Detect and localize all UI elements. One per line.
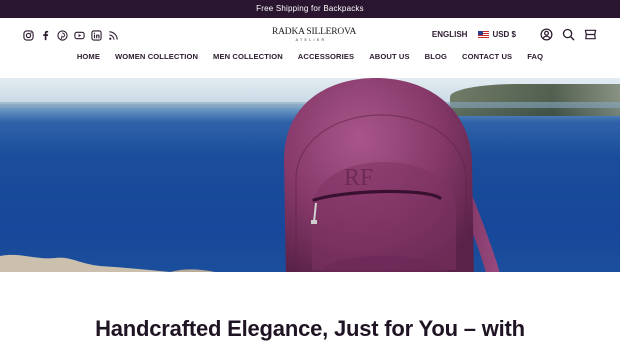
- facebook-icon[interactable]: [40, 30, 51, 41]
- rss-icon[interactable]: [108, 30, 119, 41]
- announcement-text: Free Shipping for Backpacks: [256, 4, 364, 13]
- currency-label: USD $: [492, 30, 516, 39]
- hero-banner[interactable]: RF: [0, 78, 620, 272]
- pinterest-icon[interactable]: [57, 30, 68, 41]
- nav-item-accessories[interactable]: ACCESSORIES: [290, 52, 361, 61]
- logo-sub-text: ATELIER: [295, 38, 327, 42]
- nav-item-faq[interactable]: FAQ: [520, 52, 551, 61]
- nav-item-about-us[interactable]: ABOUT US: [362, 52, 417, 61]
- currency-selector[interactable]: USD $: [478, 30, 516, 39]
- cart-icon[interactable]: [584, 28, 597, 41]
- page-headline: Handcrafted Elegance, Just for You – wit…: [95, 316, 525, 341]
- header-utilities: ENGLISH USD $: [432, 28, 597, 41]
- site-header: RADKA SILLEROVA ATELIER ENGLISH USD $ HO…: [0, 18, 620, 78]
- backpack-image: RF: [284, 78, 500, 272]
- social-links: [23, 30, 119, 41]
- nav-item-men-collection[interactable]: MEN COLLECTION: [206, 52, 291, 61]
- nav-item-blog[interactable]: BLOG: [417, 52, 454, 61]
- main-nav: HOME WOMEN COLLECTION MEN COLLECTION ACC…: [0, 52, 620, 61]
- nav-item-home[interactable]: HOME: [69, 52, 107, 61]
- brand-logo[interactable]: RADKA SILLEROVA ATELIER: [272, 27, 357, 42]
- bag-monogram: RF: [344, 165, 373, 191]
- logo-brand-text: RADKA SILLEROVA: [272, 27, 357, 37]
- nav-item-women-collection[interactable]: WOMEN COLLECTION: [108, 52, 206, 61]
- youtube-icon[interactable]: [74, 30, 85, 41]
- language-selector[interactable]: ENGLISH: [432, 30, 468, 39]
- account-icon[interactable]: [540, 28, 553, 41]
- search-icon[interactable]: [562, 28, 575, 41]
- nav-item-contact-us[interactable]: CONTACT US: [455, 52, 520, 61]
- linkedin-icon[interactable]: [91, 30, 102, 41]
- announcement-bar: Free Shipping for Backpacks: [0, 0, 620, 18]
- us-flag-icon: [478, 31, 490, 38]
- hero-rocks: [0, 254, 215, 272]
- instagram-icon[interactable]: [23, 30, 34, 41]
